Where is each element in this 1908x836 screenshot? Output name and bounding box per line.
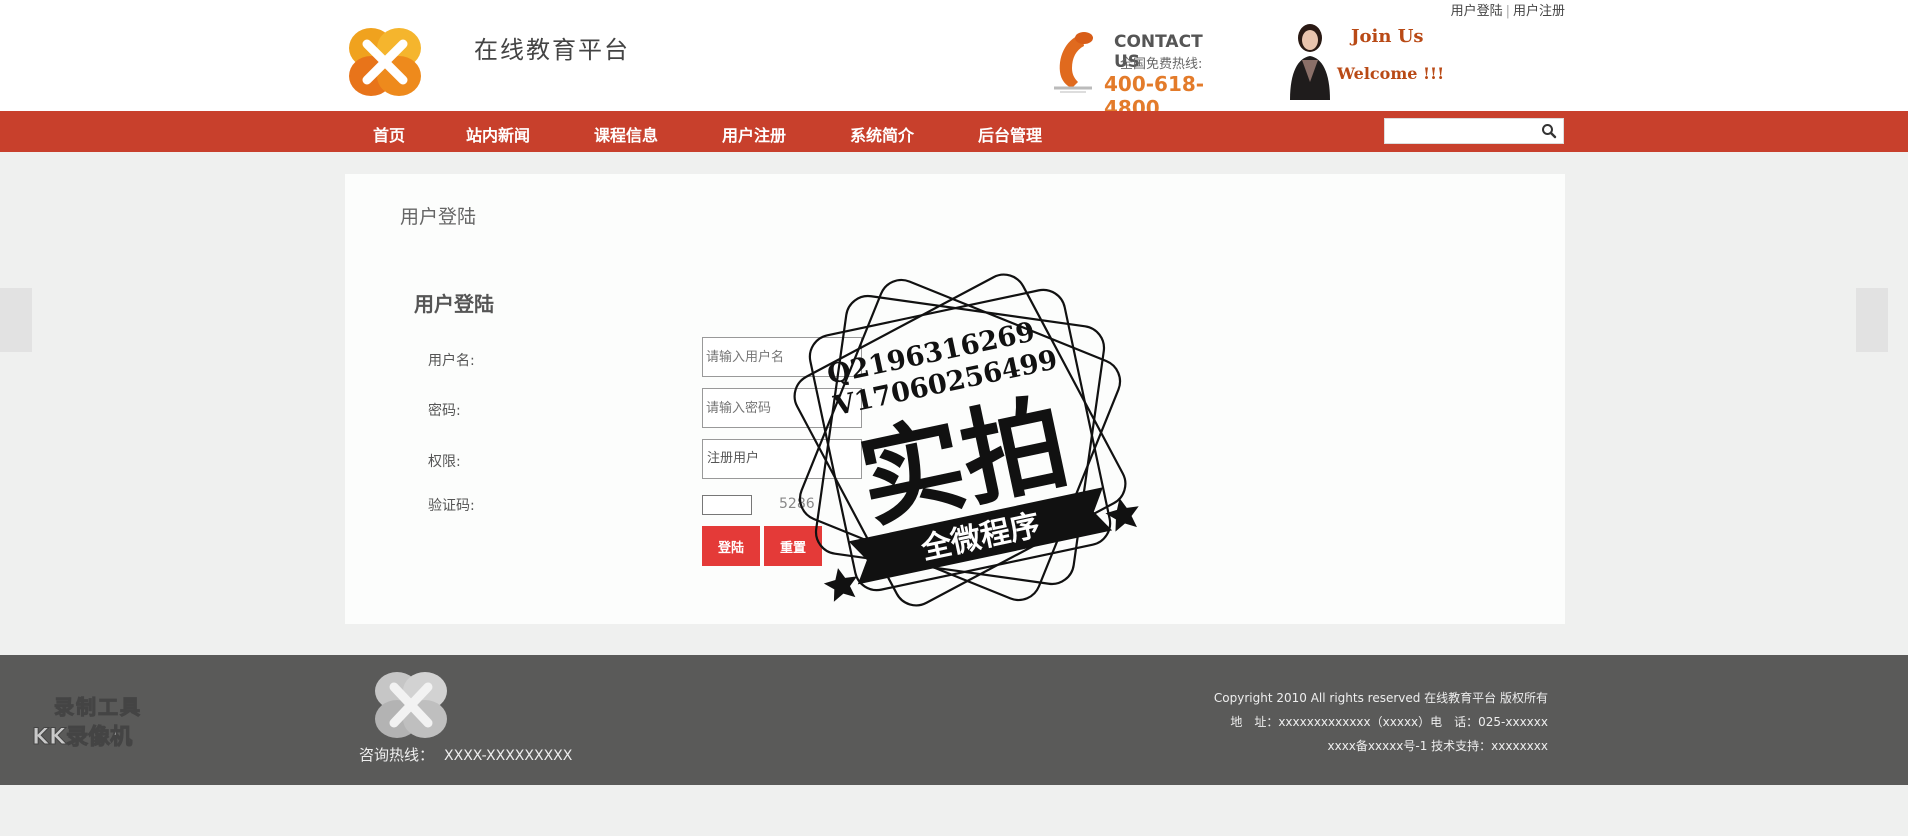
header: 用户登陆 | 用户注册 在线教育平台 CONTACT US 全国免费热线: 400-… [0,0,1908,120]
site-title: 在线教育平台 [474,36,630,64]
contact-subtitle: 全国免费热线: [1120,57,1203,72]
breadcrumb: 用户登陆 [400,206,477,228]
join-us-subtitle: Welcome !!! [1337,64,1445,83]
hotline-number: XXXX-XXXXXXXXX [444,748,573,764]
recorder-watermark: 录制工具 KK录像机 [31,691,172,751]
right-side-tab[interactable] [1856,288,1888,352]
watermark-stamp: Q2196316269 V17060256499 实拍 全微程序 [793,273,1139,607]
search-box [1384,118,1564,144]
top-links: 用户登陆 | 用户注册 [1451,0,1565,19]
nav-item-courses[interactable]: 课程信息 [594,122,658,146]
avatar [1290,24,1330,100]
address-text: 地 址：xxxxxxxxxxxxx（xxxxx）电 话：025-xxxxxx [1230,715,1548,729]
form-title: 用户登陆 [414,292,494,316]
role-selected-value: 注册用户 [707,451,760,466]
nav-item-about[interactable]: 系统简介 [850,122,914,146]
main-nav: 首页 站内新闻 课程信息 用户注册 系统简介 后台管理 [0,111,1908,152]
recorder-line1: 录制工具 [54,695,142,720]
icp-text: xxxx备xxxxx号-1 技术支持：xxxxxxxx [1327,739,1548,753]
captcha-input[interactable] [702,495,752,515]
footer-logo-icon [375,672,447,738]
copyright-text: Copyright 2010 All rights reserved 在线教育平… [1213,691,1548,705]
join-us-title: Join Us [1351,26,1424,47]
phone-icon [1054,32,1093,93]
top-register-link[interactable]: 用户注册 [1513,4,1565,19]
nav-item-admin[interactable]: 后台管理 [978,122,1042,146]
password-label: 密码: [428,403,461,419]
search-icon[interactable] [1541,123,1557,139]
nav-item-home[interactable]: 首页 [373,122,405,146]
contact-block: CONTACT US 全国免费热线: 400-618-4800 [1048,28,1228,120]
hotline-label: 咨询热线： [359,746,435,764]
top-links-separator: | [1505,4,1510,19]
site-logo-icon[interactable] [345,24,425,100]
captcha-label: 验证码: [428,498,475,514]
join-us-block: Join Us Welcome !!! [1270,20,1490,100]
nav-item-register[interactable]: 用户注册 [722,122,786,146]
left-side-tab[interactable] [0,288,32,352]
login-button[interactable]: 登陆 [702,526,760,566]
username-label: 用户名: [428,353,475,369]
role-label: 权限: [428,454,461,470]
recorder-line2: KK录像机 [31,725,133,751]
nav-item-news[interactable]: 站内新闻 [466,122,530,146]
top-login-link[interactable]: 用户登陆 [1451,4,1503,19]
footer: 录制工具 KK录像机 咨询热线： XXXX-XXXXXXXXX Copyright… [0,655,1908,785]
search-input[interactable] [1385,119,1535,143]
hotline: 咨询热线： XXXX-XXXXXXXXX [359,744,572,765]
